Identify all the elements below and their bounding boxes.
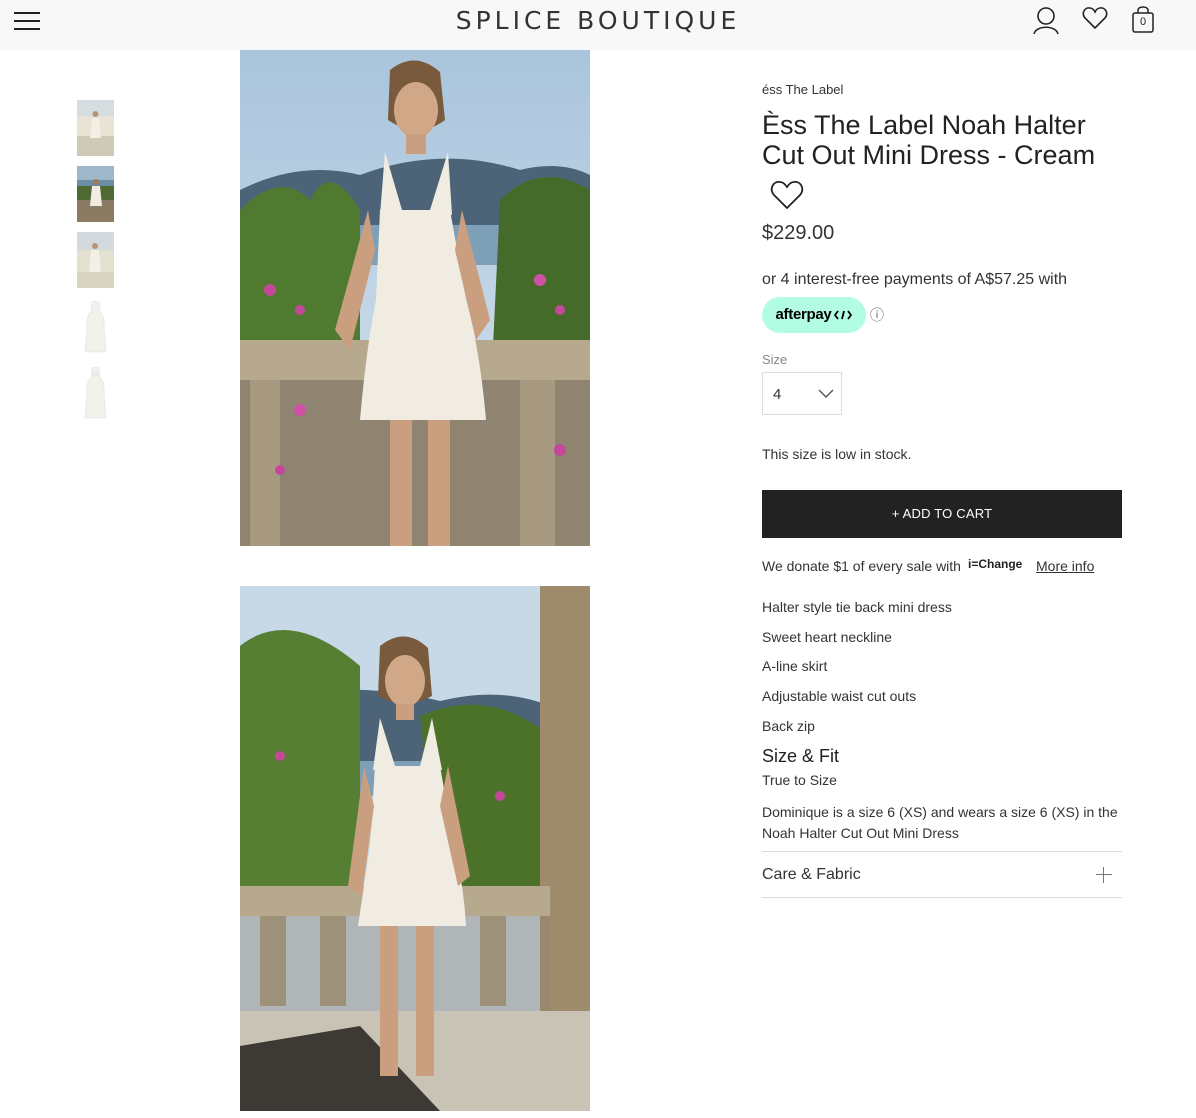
chevron-down-icon	[818, 389, 834, 398]
more-info-link[interactable]: More info	[1036, 558, 1094, 574]
product-title: Èss The Label Noah Halter Cut Out Mini D…	[762, 110, 1096, 170]
site-header: SPLICE BOUTIQUE 0	[0, 0, 1196, 50]
product-price: $229.00	[762, 222, 835, 244]
afterpay-logo[interactable]: afterpay	[762, 297, 866, 333]
vendor-link[interactable]: éss The Label	[762, 82, 843, 97]
bag-icon[interactable]: 0	[1130, 4, 1156, 39]
thumbnail-4[interactable]	[77, 298, 114, 354]
add-to-wishlist-icon[interactable]	[770, 180, 804, 215]
feature-item: A-line skirt	[762, 658, 828, 674]
brand-logo[interactable]: SPLICE BOUTIQUE	[0, 6, 1196, 35]
afterpay-logo-text: afterpay	[775, 306, 832, 323]
size-fit-line: True to Size	[762, 772, 837, 788]
stock-message: This size is low in stock.	[762, 446, 912, 462]
product-image-2[interactable]	[240, 586, 590, 1111]
feature-item: Sweet heart neckline	[762, 629, 892, 645]
donate-message: We donate $1 of every sale with	[762, 558, 961, 574]
feature-item: Back zip	[762, 718, 815, 734]
feature-item: Adjustable waist cut outs	[762, 688, 917, 704]
size-select[interactable]: 4	[762, 372, 842, 415]
size-fit-line: Dominique is a size 6 (XS) and wears a s…	[762, 804, 1118, 841]
feature-item: Halter style tie back mini dress	[762, 599, 952, 615]
ichange-logo: i=Change	[968, 557, 1023, 571]
thumbnail-1[interactable]	[77, 100, 114, 156]
afterpay-message: or 4 interest-free payments of A$57.25 w…	[762, 271, 1068, 288]
size-label: Size	[762, 352, 788, 367]
thumbnail-2[interactable]	[77, 166, 114, 222]
wishlist-icon[interactable]	[1082, 6, 1108, 35]
info-icon[interactable]: ⓘ	[870, 305, 884, 325]
plus-icon	[1096, 867, 1112, 883]
size-selected-value: 4	[773, 386, 782, 403]
care-fabric-label: Care & Fabric	[762, 866, 861, 883]
account-icon[interactable]	[1032, 6, 1060, 41]
thumbnail-5[interactable]	[77, 364, 114, 420]
thumbnail-3[interactable]	[77, 232, 114, 288]
product-image-1[interactable]	[240, 50, 590, 546]
add-to-cart-button[interactable]: + ADD TO CART	[762, 490, 1122, 538]
care-fabric-accordion[interactable]: Care & Fabric	[762, 851, 1122, 898]
thumbnail-list	[77, 100, 114, 430]
bag-count: 0	[1139, 16, 1147, 28]
size-fit-heading: Size & Fit	[762, 746, 840, 766]
